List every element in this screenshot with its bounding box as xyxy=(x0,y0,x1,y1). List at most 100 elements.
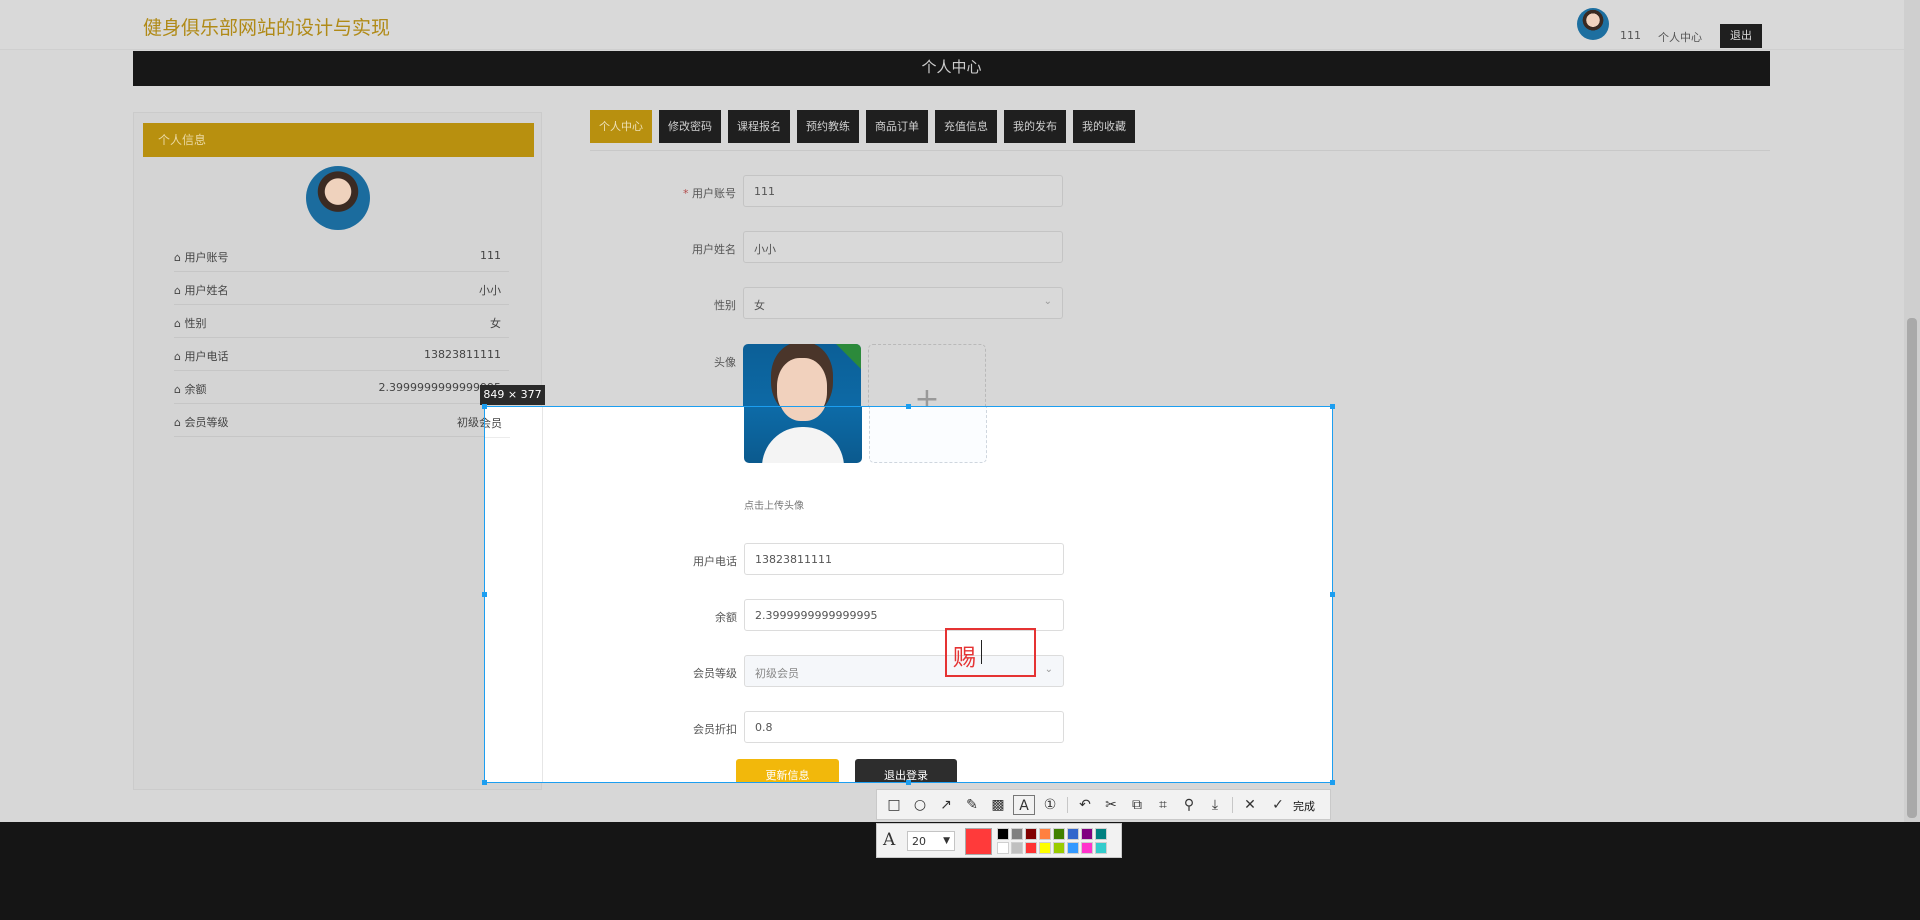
color-swatch[interactable] xyxy=(1095,828,1107,840)
profile-card: 个人信息 ⌂ 用户账号 111 ⌂ 用户姓名 小小 ⌂ 性别女 ⌂ 用户电话 1382… xyxy=(133,112,542,790)
color-swatch[interactable] xyxy=(1067,828,1079,840)
scrollbar-thumb[interactable] xyxy=(1907,318,1917,818)
text-icon[interactable]: A xyxy=(1013,795,1035,815)
resize-handle[interactable] xyxy=(1330,780,1335,785)
color-swatch[interactable] xyxy=(1095,842,1107,854)
phone-field[interactable]: 13823811111 xyxy=(744,543,1064,575)
font-size-select[interactable]: 20 ▼ xyxy=(907,831,955,851)
pin-icon[interactable]: ⚲ xyxy=(1178,795,1200,815)
gender-select[interactable]: 女 ⌄ xyxy=(743,287,1063,319)
name-label: 用户姓名 xyxy=(692,243,736,256)
color-swatch[interactable] xyxy=(1053,828,1065,840)
balance-label: 余额 xyxy=(715,611,737,624)
info-row: ⌂ 用户账号 111 xyxy=(174,239,509,272)
tab-my-favorites[interactable]: 我的收藏 xyxy=(1073,110,1135,143)
info-row: ⌂ 用户电话 13823811111 xyxy=(174,338,509,371)
number-icon[interactable]: ① xyxy=(1039,795,1061,815)
color-swatch[interactable] xyxy=(1081,842,1093,854)
page-title: 个人中心 xyxy=(133,51,1770,86)
text-caret xyxy=(981,640,982,664)
resize-handle[interactable] xyxy=(1330,404,1335,409)
color-swatch[interactable] xyxy=(1025,828,1037,840)
color-swatch[interactable] xyxy=(1067,842,1079,854)
home-icon: ⌂ xyxy=(174,416,181,429)
text-annotation-box[interactable]: 赐 xyxy=(945,628,1036,677)
close-icon[interactable]: ✕ xyxy=(1239,795,1261,815)
current-color-swatch[interactable] xyxy=(965,828,992,855)
done-button[interactable]: 完成 xyxy=(1293,798,1315,814)
chevron-down-icon: ▼ xyxy=(943,836,950,846)
account-label: * 用户账号 xyxy=(683,187,736,200)
capture-selection[interactable]: ⌂ 会员等级初级会员 点击上传头像 用户电话 13823811111 余额 2.… xyxy=(484,406,1333,783)
pen-icon[interactable]: ✎ xyxy=(961,795,983,815)
tab-recharge[interactable]: 充值信息 xyxy=(935,110,997,143)
color-swatch[interactable] xyxy=(1081,828,1093,840)
resize-handle[interactable] xyxy=(1330,592,1335,597)
home-icon: ⌂ xyxy=(174,350,181,363)
color-swatch[interactable] xyxy=(1011,828,1023,840)
resize-handle[interactable] xyxy=(906,404,911,409)
color-swatch[interactable] xyxy=(997,842,1009,854)
check-icon[interactable]: ✓ xyxy=(1267,795,1289,815)
color-swatch[interactable] xyxy=(1011,842,1023,854)
avatar-label: 头像 xyxy=(714,356,736,369)
color-swatch[interactable] xyxy=(997,828,1009,840)
ocr-icon[interactable]: ⌗ xyxy=(1152,795,1174,815)
balance-field[interactable]: 2.3999999999999995 xyxy=(744,599,1064,631)
font-icon: A xyxy=(883,830,896,850)
tab-course-signup[interactable]: 课程报名 xyxy=(728,110,790,143)
undo-icon[interactable]: ↶ xyxy=(1074,795,1096,815)
phone-label: 用户电话 xyxy=(693,555,737,568)
avatar-preview[interactable] xyxy=(744,407,862,463)
account-field[interactable]: 111 xyxy=(743,175,1063,207)
color-swatch[interactable] xyxy=(1053,842,1065,854)
text-style-bar: A 20 ▼ xyxy=(876,823,1122,858)
tab-personal-center[interactable]: 个人中心 xyxy=(590,110,652,143)
success-check-icon xyxy=(834,344,861,371)
tab-my-posts[interactable]: 我的发布 xyxy=(1004,110,1066,143)
cut-icon[interactable]: ✂ xyxy=(1100,795,1122,815)
tabs-divider xyxy=(590,150,1770,151)
chevron-down-icon: ⌄ xyxy=(1044,664,1053,675)
level-label: 会员等级 xyxy=(693,667,737,680)
arrow-icon[interactable]: ↗ xyxy=(935,795,957,815)
color-swatch[interactable] xyxy=(1039,828,1051,840)
color-swatch[interactable] xyxy=(1039,842,1051,854)
home-icon: ⌂ xyxy=(174,317,181,330)
user-avatar[interactable] xyxy=(1577,8,1609,40)
profile-card-heading: 个人信息 xyxy=(143,123,534,157)
download-icon[interactable]: ⤓ xyxy=(1204,795,1226,815)
info-row: ⌂ 会员等级初级会员 xyxy=(174,404,509,437)
ellipse-icon[interactable]: ○ xyxy=(909,795,931,815)
profile-card-visible: ⌂ 会员等级初级会员 xyxy=(485,407,543,782)
resize-handle[interactable] xyxy=(906,780,911,785)
site-title: 健身俱乐部网站的设计与实现 xyxy=(143,17,391,39)
selection-size-badge: 849 × 377 xyxy=(480,385,545,405)
avatar-upload-button[interactable] xyxy=(869,407,987,463)
gender-label: 性别 xyxy=(714,299,736,312)
top-logout-button[interactable]: 退出 xyxy=(1720,24,1762,48)
tab-change-password[interactable]: 修改密码 xyxy=(659,110,721,143)
resize-handle[interactable] xyxy=(482,592,487,597)
discount-label: 会员折扣 xyxy=(693,723,737,736)
rectangle-icon[interactable]: □ xyxy=(883,795,905,815)
toolbar-divider xyxy=(1232,797,1233,813)
resize-handle[interactable] xyxy=(482,404,487,409)
top-username[interactable]: 111 xyxy=(1620,29,1641,42)
resize-handle[interactable] xyxy=(482,780,487,785)
chevron-down-icon: ⌄ xyxy=(1043,296,1052,307)
tab-orders[interactable]: 商品订单 xyxy=(866,110,928,143)
screenshot-toolbar: □ ○ ↗ ✎ ▩ A ① ↶ ✂ ⧉ ⌗ ⚲ ⤓ ✕ ✓ 完成 xyxy=(876,789,1331,820)
name-field[interactable]: 小小 xyxy=(743,231,1063,263)
home-icon: ⌂ xyxy=(174,251,181,264)
info-row: ⌂ 性别女 xyxy=(174,305,509,338)
update-info-button[interactable]: 更新信息 xyxy=(736,759,839,782)
discount-field[interactable]: 0.8 xyxy=(744,711,1064,743)
annotation-text: 赐 xyxy=(953,645,976,671)
tab-book-coach[interactable]: 预约教练 xyxy=(797,110,859,143)
color-swatch[interactable] xyxy=(1025,842,1037,854)
mosaic-icon[interactable]: ▩ xyxy=(987,795,1009,815)
personal-center-link[interactable]: 个人中心 xyxy=(1658,29,1702,45)
copy-icon[interactable]: ⧉ xyxy=(1126,795,1148,815)
home-icon: ⌂ xyxy=(174,383,181,396)
